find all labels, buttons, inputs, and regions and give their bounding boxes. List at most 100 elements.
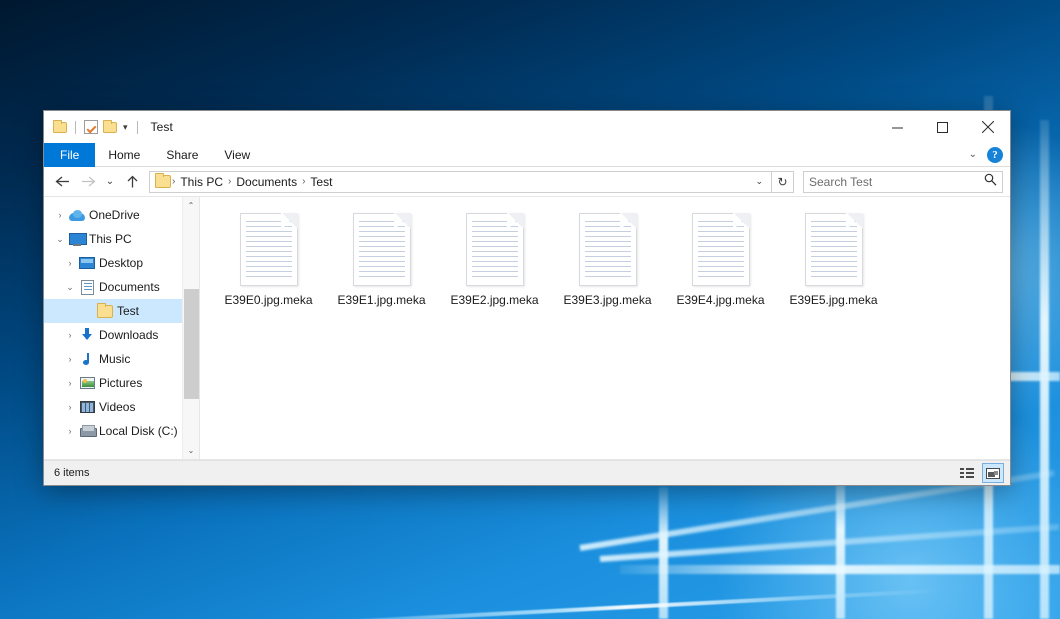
- generic-file-icon: [805, 213, 863, 286]
- help-icon[interactable]: ?: [987, 147, 1003, 163]
- breadcrumb-dropdown-icon[interactable]: ⌄: [750, 176, 768, 187]
- toolbar-separator: [75, 121, 76, 134]
- videos-icon: [78, 401, 96, 413]
- file-name-label: E39E3.jpg.meka: [563, 293, 651, 307]
- window-body: › OneDrive ⌄ This PC › Desktop ⌄: [44, 197, 1010, 460]
- list-item[interactable]: E39E1.jpg.meka: [325, 209, 438, 327]
- tab-home[interactable]: Home: [95, 143, 153, 167]
- sidebar-item-pictures[interactable]: › Pictures: [44, 371, 199, 395]
- list-item[interactable]: E39E0.jpg.meka: [212, 209, 325, 327]
- sidebar-item-label: Pictures: [99, 376, 142, 390]
- generic-file-icon: [579, 213, 637, 286]
- file-list-view[interactable]: E39E0.jpg.meka E39E1.jpg.meka E39E2.jpg.…: [199, 197, 1010, 459]
- this-pc-icon: [68, 233, 86, 246]
- navigation-pane-scrollbar[interactable]: ⌃ ⌄: [182, 197, 199, 459]
- generic-file-icon: [692, 213, 750, 286]
- forward-button[interactable]: [75, 169, 101, 195]
- file-name-label: E39E0.jpg.meka: [224, 293, 312, 307]
- sidebar-item-documents[interactable]: ⌄ Documents: [44, 275, 199, 299]
- chevron-right-icon[interactable]: ›: [62, 378, 78, 388]
- close-button[interactable]: [965, 111, 1010, 143]
- scroll-up-arrow-icon[interactable]: ⌃: [183, 197, 200, 214]
- chevron-down-icon[interactable]: ⌄: [52, 234, 68, 245]
- expand-ribbon-chevron-icon[interactable]: ⌄: [963, 149, 983, 160]
- properties-icon[interactable]: [84, 120, 98, 134]
- sidebar-item-label: Videos: [99, 400, 135, 414]
- sidebar-item-label: OneDrive: [89, 208, 140, 222]
- sidebar-item-this-pc[interactable]: ⌄ This PC: [44, 227, 199, 251]
- search-icon[interactable]: [984, 173, 997, 191]
- chevron-right-icon[interactable]: ›: [62, 426, 78, 436]
- chevron-right-icon[interactable]: ›: [62, 402, 78, 412]
- list-item[interactable]: E39E2.jpg.meka: [438, 209, 551, 327]
- disk-icon: [78, 425, 96, 437]
- sidebar-item-label: Downloads: [99, 328, 158, 342]
- tab-file[interactable]: File: [44, 143, 95, 167]
- generic-file-icon: [353, 213, 411, 286]
- sidebar-item-videos[interactable]: › Videos: [44, 395, 199, 419]
- list-item[interactable]: E39E3.jpg.meka: [551, 209, 664, 327]
- sidebar-item-test[interactable]: Test: [44, 299, 199, 323]
- wallpaper-pane-line: [1040, 120, 1049, 619]
- sidebar-item-label: Local Disk (C:): [99, 424, 178, 438]
- list-item[interactable]: E39E4.jpg.meka: [664, 209, 777, 327]
- breadcrumb-folder-icon[interactable]: [155, 175, 171, 188]
- breadcrumb[interactable]: › This PC › Documents › Test ⌄: [149, 171, 772, 193]
- file-name-label: E39E5.jpg.meka: [789, 293, 877, 307]
- chevron-right-icon[interactable]: ›: [52, 210, 68, 220]
- ribbon-tab-bar: File Home Share View ⌄ ?: [44, 143, 1010, 167]
- title-bar: ▾ Test: [44, 111, 1010, 143]
- downloads-icon: [78, 328, 96, 342]
- generic-file-icon: [466, 213, 524, 286]
- scroll-down-arrow-icon[interactable]: ⌄: [183, 442, 200, 459]
- recent-locations-chevron-icon[interactable]: ⌄: [101, 169, 119, 195]
- sidebar-item-music[interactable]: › Music: [44, 347, 199, 371]
- sidebar-item-onedrive[interactable]: › OneDrive: [44, 203, 199, 227]
- chevron-right-icon[interactable]: ›: [62, 354, 78, 364]
- chevron-right-icon[interactable]: ›: [62, 258, 78, 268]
- customize-chevron-icon[interactable]: ▾: [122, 123, 129, 132]
- sidebar-item-local-disk-c[interactable]: › Local Disk (C:): [44, 419, 199, 443]
- large-icons-view-icon: [986, 468, 1000, 479]
- sidebar-item-label: Test: [117, 304, 139, 318]
- folder-icon[interactable]: [53, 122, 67, 133]
- maximize-button[interactable]: [920, 111, 965, 143]
- large-icons-view-button[interactable]: [982, 463, 1004, 483]
- details-view-icon: [960, 468, 974, 479]
- scrollbar-track[interactable]: [183, 214, 200, 442]
- sidebar-item-downloads[interactable]: › Downloads: [44, 323, 199, 347]
- details-view-button[interactable]: [956, 463, 978, 483]
- list-item[interactable]: E39E5.jpg.meka: [777, 209, 890, 327]
- back-button[interactable]: [49, 169, 75, 195]
- ribbon-right-controls: ⌄ ?: [963, 143, 1010, 166]
- search-input[interactable]: [809, 175, 984, 189]
- view-mode-buttons: [956, 463, 1004, 483]
- window-controls: [875, 111, 1010, 143]
- breadcrumb-item-documents[interactable]: Documents: [232, 175, 301, 189]
- pictures-icon: [78, 377, 96, 389]
- scrollbar-thumb[interactable]: [184, 289, 199, 399]
- sidebar-item-desktop[interactable]: › Desktop: [44, 251, 199, 275]
- sidebar-item-label: Documents: [99, 280, 160, 294]
- minimize-button[interactable]: [875, 111, 920, 143]
- sidebar-item-label: Music: [99, 352, 130, 366]
- tab-share[interactable]: Share: [153, 143, 211, 167]
- file-name-label: E39E2.jpg.meka: [450, 293, 538, 307]
- navigation-pane: › OneDrive ⌄ This PC › Desktop ⌄: [44, 197, 199, 459]
- chevron-right-icon[interactable]: ›: [62, 330, 78, 340]
- item-count-label: 6 items: [54, 467, 89, 479]
- tab-view[interactable]: View: [211, 143, 263, 167]
- breadcrumb-item-test[interactable]: Test: [306, 175, 336, 189]
- desktop-icon: [78, 257, 96, 269]
- up-button[interactable]: [119, 169, 145, 195]
- sidebar-item-label: Desktop: [99, 256, 143, 270]
- onedrive-icon: [68, 210, 86, 221]
- chevron-down-icon[interactable]: ⌄: [62, 282, 78, 293]
- search-box[interactable]: [803, 171, 1003, 193]
- generic-file-icon: [240, 213, 298, 286]
- refresh-button[interactable]: ↻: [772, 171, 794, 193]
- file-name-label: E39E4.jpg.meka: [676, 293, 764, 307]
- new-folder-icon[interactable]: [103, 122, 117, 133]
- toolbar-separator: [137, 121, 138, 134]
- breadcrumb-item-this-pc[interactable]: This PC: [176, 175, 227, 189]
